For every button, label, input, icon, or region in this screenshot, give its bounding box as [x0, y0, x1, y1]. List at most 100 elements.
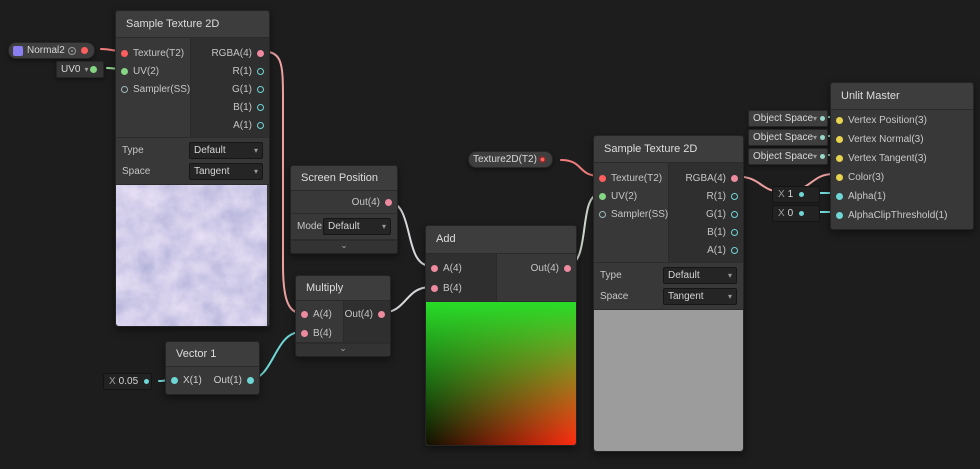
- shader-graph-canvas[interactable]: { "blackboard": { "normal2_label": "Norm…: [0, 0, 980, 469]
- port-label: B(1): [233, 101, 252, 113]
- port-label: Vertex Tangent(3): [848, 153, 927, 164]
- port-sampler-input[interactable]: [599, 210, 606, 218]
- texture-swatch-icon: [13, 45, 23, 56]
- port-label: Texture(T2): [133, 47, 185, 59]
- port-label: Out(1): [213, 375, 242, 386]
- port-r-output[interactable]: [257, 67, 264, 75]
- node-title[interactable]: Screen Position: [291, 166, 397, 191]
- collapse-chevron-icon[interactable]: ⌄: [291, 240, 397, 253]
- port-label: A(4): [313, 309, 332, 320]
- type-dropdown[interactable]: Default ▾: [663, 267, 737, 284]
- port-label: Vertex Position(3): [848, 115, 927, 126]
- node-multiply[interactable]: Multiply A(4) B(4) Out(4) ⌄: [295, 275, 391, 357]
- dropdown-caret-icon: ▾: [813, 152, 818, 161]
- port-label: Out(4): [351, 196, 380, 208]
- port-texture-input[interactable]: [599, 174, 606, 182]
- port-b-input[interactable]: [301, 330, 308, 337]
- port-out-output[interactable]: [378, 311, 385, 318]
- port-label: Color(3): [848, 172, 885, 183]
- property-pill-normal2[interactable]: Normal2: [8, 42, 95, 59]
- type-dropdown[interactable]: Default ▾: [189, 142, 263, 159]
- uv-channel-label: UV0: [61, 64, 81, 75]
- port-normal2-output[interactable]: [80, 47, 88, 54]
- port-label: A(1): [707, 244, 726, 256]
- port-b-output[interactable]: [731, 228, 738, 236]
- field-value[interactable]: 0: [788, 208, 794, 219]
- node-sample-texture-2d-2[interactable]: Sample Texture 2D Texture(T2) UV(2) Samp…: [593, 135, 744, 452]
- port-x-input[interactable]: [171, 377, 178, 384]
- node-screen-position[interactable]: Screen Position Out(4) Mode Default ▾ ⌄: [290, 165, 398, 254]
- add-result-preview: [426, 302, 576, 445]
- port-r-output[interactable]: [731, 192, 738, 200]
- port-label: X(1): [183, 375, 202, 386]
- node-title[interactable]: Add: [426, 226, 576, 254]
- port-label: A(4): [443, 262, 462, 274]
- node-title[interactable]: Vector 1: [166, 342, 259, 367]
- port-a-output[interactable]: [257, 121, 264, 129]
- alpha-value-field[interactable]: X 1: [772, 186, 820, 203]
- space-dropdown-label: Object Space: [753, 113, 814, 124]
- pill-port-dot: [820, 135, 826, 140]
- space-dropdown-position[interactable]: Object Space ▾: [748, 110, 828, 127]
- port-uv-input[interactable]: [599, 192, 606, 200]
- port-label: R(1): [232, 65, 252, 77]
- port-label: RGBA(4): [685, 172, 726, 184]
- vector1-x-field[interactable]: X 0.05: [103, 373, 153, 390]
- port-b-input[interactable]: [431, 284, 438, 292]
- port-texture2d-output[interactable]: [538, 156, 546, 163]
- port-rgba-output[interactable]: [731, 174, 738, 182]
- node-title[interactable]: Sample Texture 2D: [116, 11, 269, 38]
- space-dropdown[interactable]: Tangent ▾: [663, 288, 737, 305]
- port-b-output[interactable]: [257, 103, 264, 111]
- pill-port-dot: [820, 116, 826, 121]
- port-uv0-output[interactable]: [90, 66, 98, 73]
- field-value[interactable]: 0.05: [119, 376, 138, 387]
- dropdown-caret-icon: ▾: [253, 146, 258, 155]
- space-dropdown-tangent[interactable]: Object Space ▾: [748, 148, 828, 165]
- port-vertex-normal-input[interactable]: [836, 136, 843, 143]
- field-value[interactable]: 1: [788, 189, 794, 200]
- port-sampler-input[interactable]: [121, 85, 128, 93]
- collapse-chevron-icon[interactable]: ⌄: [296, 343, 390, 356]
- port-out-output[interactable]: [385, 198, 392, 206]
- port-vertex-tangent-input[interactable]: [836, 155, 843, 162]
- field-label: X: [109, 376, 116, 387]
- port-a-input[interactable]: [301, 311, 308, 318]
- port-a-input[interactable]: [431, 264, 438, 272]
- alphaclip-value-field[interactable]: X 0: [772, 205, 820, 222]
- node-vector-1[interactable]: Vector 1 X(1) Out(1): [165, 341, 260, 395]
- prop-label: Type: [122, 145, 144, 156]
- port-label: Texture(T2): [611, 172, 663, 184]
- space-dropdown-normal[interactable]: Object Space ▾: [748, 129, 828, 146]
- port-color-input[interactable]: [836, 174, 843, 181]
- mode-dropdown[interactable]: Default ▾: [323, 218, 391, 235]
- node-title[interactable]: Sample Texture 2D: [594, 136, 743, 163]
- port-alpha-input[interactable]: [836, 193, 843, 200]
- space-dropdown[interactable]: Tangent ▾: [189, 163, 263, 180]
- port-label: Sampler(SS): [611, 208, 669, 220]
- texture-preview: [594, 310, 743, 451]
- port-texture-input[interactable]: [121, 49, 128, 57]
- port-label: UV(2): [133, 65, 160, 77]
- node-title[interactable]: Unlit Master: [831, 83, 973, 110]
- port-g-output[interactable]: [257, 85, 264, 93]
- node-sample-texture-2d-1[interactable]: Sample Texture 2D Texture(T2) UV(2) Samp…: [115, 10, 270, 327]
- port-label: UV(2): [611, 190, 638, 202]
- node-unlit-master[interactable]: Unlit Master Vertex Position(3) Vertex N…: [830, 82, 974, 230]
- port-uv-input[interactable]: [121, 67, 128, 75]
- port-alphaclip-input[interactable]: [836, 212, 843, 219]
- port-a-output[interactable]: [731, 246, 738, 254]
- port-label: A(1): [233, 119, 252, 131]
- port-label: Alpha(1): [848, 191, 886, 202]
- port-label: B(4): [443, 282, 462, 294]
- port-g-output[interactable]: [731, 210, 738, 218]
- pill-port-dot: [820, 154, 826, 159]
- port-out-output[interactable]: [564, 264, 571, 272]
- node-title[interactable]: Multiply: [296, 276, 390, 301]
- node-add[interactable]: Add A(4) B(4) Out(4): [425, 225, 577, 446]
- port-rgba-output[interactable]: [257, 49, 264, 57]
- port-out-output[interactable]: [247, 377, 254, 384]
- port-vertex-position-input[interactable]: [836, 117, 843, 124]
- uv-channel-dropdown[interactable]: UV0 ▾: [56, 61, 105, 78]
- property-pill-texture2d[interactable]: Texture2D(T2): [468, 151, 553, 168]
